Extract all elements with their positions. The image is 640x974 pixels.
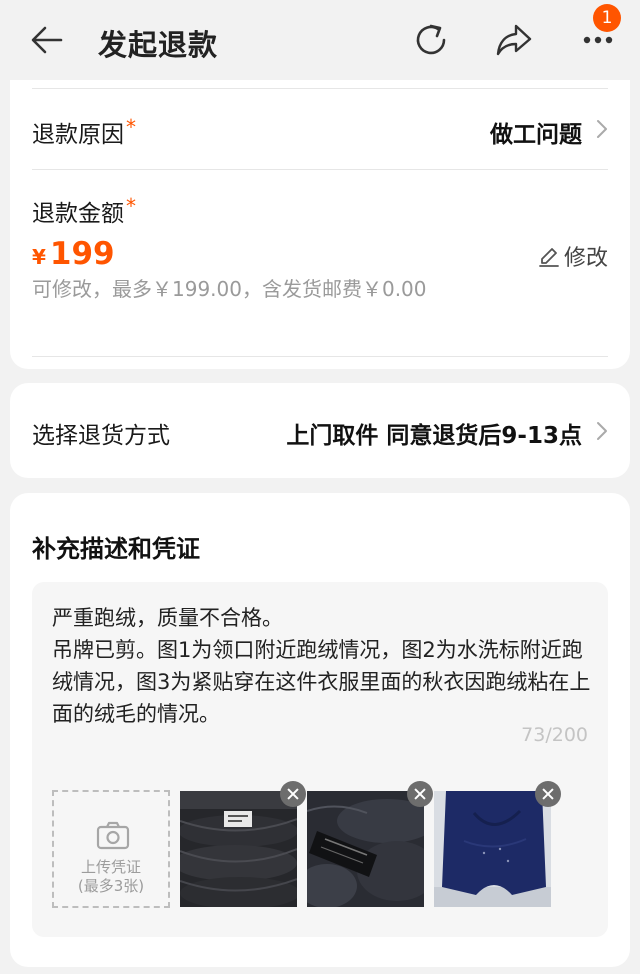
required-mark: *: [126, 194, 136, 218]
share-icon[interactable]: [494, 20, 534, 60]
camera-icon: [96, 821, 130, 850]
refund-amount-label: 退款金额: [32, 201, 124, 227]
currency-symbol: ¥: [32, 245, 46, 269]
refund-amount: 199: [49, 236, 115, 272]
chevron-right-icon: [597, 120, 607, 138]
divider: [32, 169, 608, 170]
refund-reason-value: 做工问题: [490, 122, 582, 148]
remove-photo-2-button[interactable]: [407, 781, 433, 807]
notification-badge: 1: [593, 4, 621, 32]
return-method-value: 上门取件 同意退货后9-13点: [286, 423, 582, 449]
upload-limit: (最多3张): [77, 877, 145, 895]
page-title: 发起退款: [98, 28, 219, 62]
refresh-icon[interactable]: [411, 20, 451, 60]
required-mark: *: [126, 115, 136, 139]
photo-1-image: [180, 791, 297, 907]
top-bar: 发起退款 1: [0, 0, 640, 80]
evidence-photo-3[interactable]: [434, 791, 551, 907]
evidence-photo-1[interactable]: [180, 791, 297, 907]
evidence-title: 补充描述和凭证: [32, 535, 200, 563]
refund-amount-value: ¥199: [32, 236, 115, 272]
upload-evidence-button[interactable]: 上传凭证 (最多3张): [52, 790, 170, 908]
upload-label: 上传凭证: [80, 858, 141, 876]
description-textarea[interactable]: 严重跑绒，质量不合格。 吊牌已剪。图1为领口附近跑绒情况，图2为水洗标附近跑绒情…: [52, 602, 592, 730]
photo-3-image: [434, 791, 551, 907]
return-method-row[interactable]: 选择退货方式 上门取件 同意退货后9-13点: [10, 383, 630, 478]
edit-label: 修改: [563, 246, 608, 271]
photo-2-image: [307, 791, 424, 907]
remove-photo-1-button[interactable]: [280, 781, 306, 807]
edit-amount-button[interactable]: 修改: [538, 240, 608, 272]
evidence-photo-2[interactable]: [307, 791, 424, 907]
refund-info-card: 退款原因 * 做工问题 退款金额 * ¥199 修改 可修改，最多￥199.00，含…: [10, 80, 630, 369]
pencil-icon: [539, 248, 559, 267]
back-arrow-icon[interactable]: [30, 24, 64, 56]
divider: [32, 356, 608, 357]
amount-hint: 可修改，最多￥199.00，含发货邮费￥0.00: [32, 277, 427, 301]
description-box: 严重跑绒，质量不合格。 吊牌已剪。图1为领口附近跑绒情况，图2为水洗标附近跑绒情…: [32, 582, 608, 937]
char-counter: 73/200: [521, 724, 588, 746]
chevron-right-icon: [597, 422, 607, 440]
refund-reason-row[interactable]: 退款原因 * 做工问题: [10, 89, 630, 169]
remove-photo-3-button[interactable]: [535, 781, 561, 807]
refund-reason-label: 退款原因: [32, 122, 124, 148]
evidence-card: 补充描述和凭证 严重跑绒，质量不合格。 吊牌已剪。图1为领口附近跑绒情况，图2为…: [10, 493, 630, 967]
return-method-label: 选择退货方式: [32, 423, 170, 449]
